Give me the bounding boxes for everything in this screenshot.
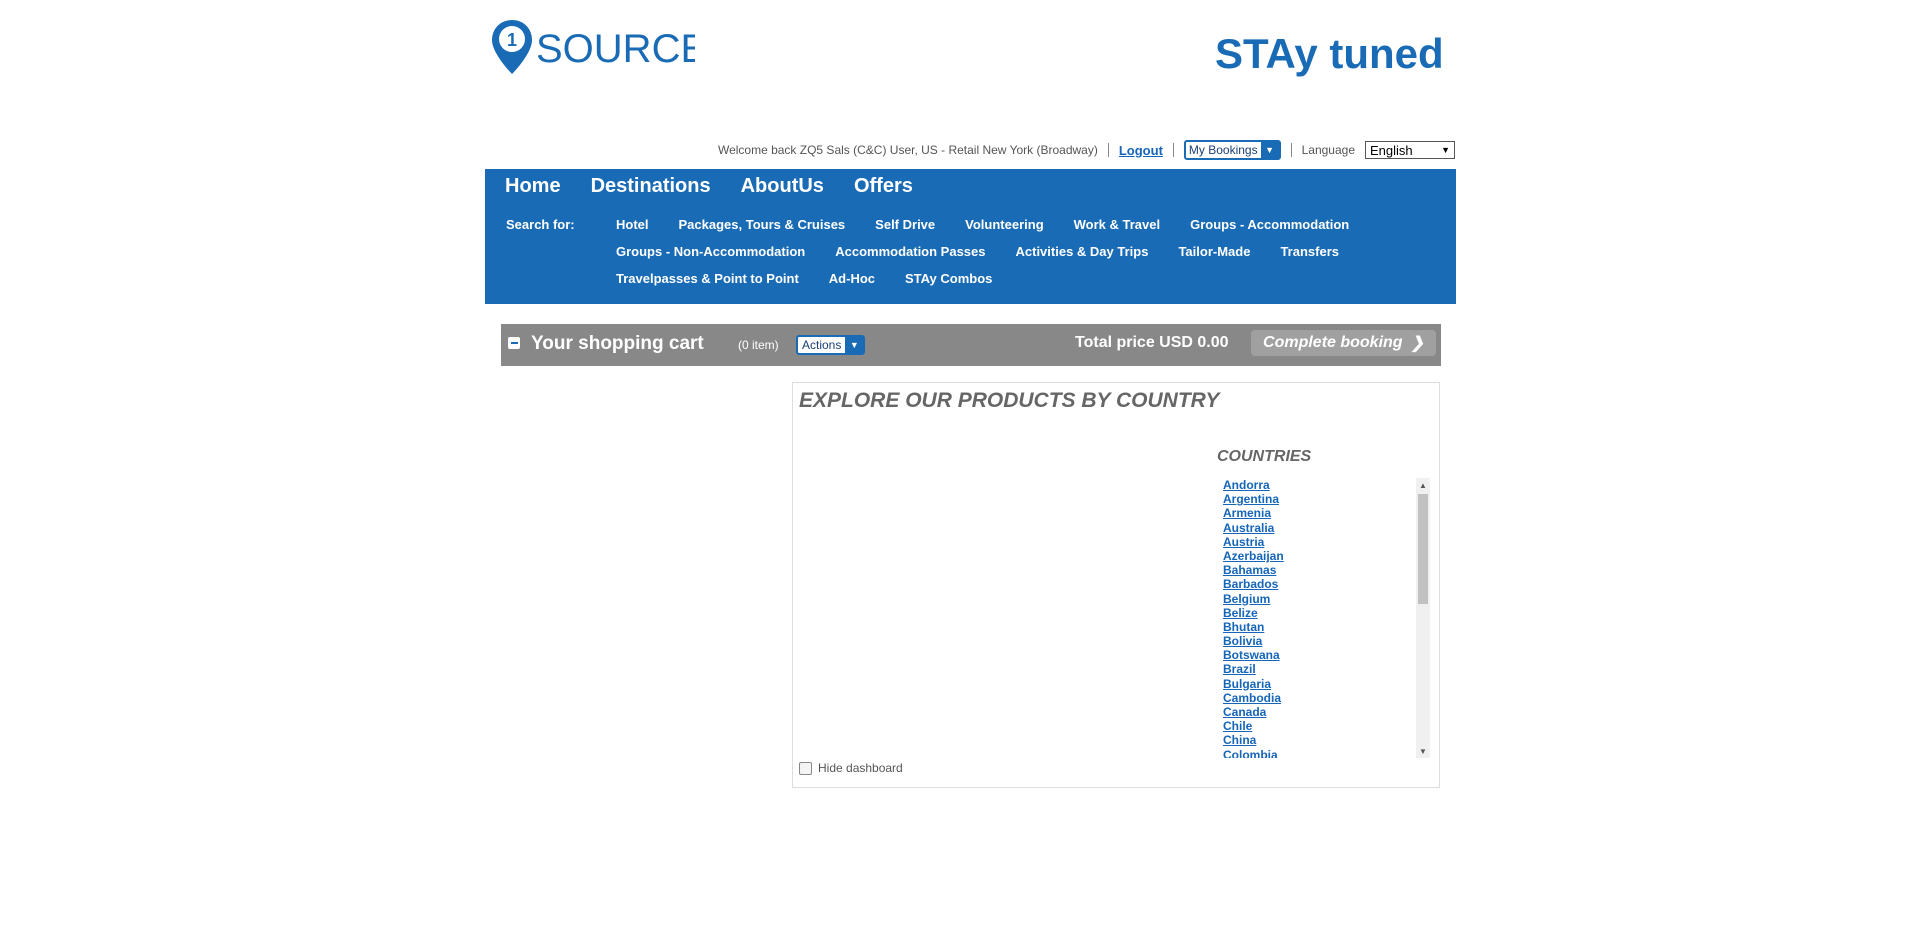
search-volunteering[interactable]: Volunteering <box>965 217 1043 232</box>
country-link[interactable]: Austria <box>1223 535 1438 549</box>
country-link[interactable]: Barbados <box>1223 577 1438 591</box>
collapse-icon[interactable] <box>508 337 520 349</box>
country-link[interactable]: China <box>1223 733 1438 747</box>
country-link[interactable]: Belize <box>1223 606 1438 620</box>
search-accommodation-passes[interactable]: Accommodation Passes <box>835 244 985 259</box>
svg-text:STAy tuned: STAy tuned <box>1215 30 1444 77</box>
search-stay-combos[interactable]: STAy Combos <box>905 271 992 286</box>
actions-label: Actions <box>802 338 842 352</box>
search-work-travel[interactable]: Work & Travel <box>1074 217 1160 232</box>
chevron-right-icon: ❯ <box>1410 335 1424 352</box>
search-travelpasses[interactable]: Travelpasses & Point to Point <box>616 271 799 286</box>
shopping-cart-bar: Your shopping cart (0 item) Actions ▼ To… <box>501 324 1441 366</box>
explore-title: EXPLORE OUR PRODUCTS BY COUNTRY <box>799 389 1220 412</box>
primary-nav: Home Destinations AboutUs Offers <box>505 175 913 198</box>
explore-panel: EXPLORE OUR PRODUCTS BY COUNTRY COUNTRIE… <box>792 382 1440 788</box>
separator <box>1172 143 1174 157</box>
nav-destinations[interactable]: Destinations <box>591 175 711 198</box>
complete-booking-button[interactable]: Complete booking ❯ <box>1251 330 1436 356</box>
cart-title: Your shopping cart <box>531 333 704 354</box>
hide-dashboard-label: Hide dashboard <box>818 761 903 775</box>
country-link[interactable]: Bahamas <box>1223 563 1438 577</box>
search-ad-hoc[interactable]: Ad-Hoc <box>829 271 875 286</box>
search-for-label: Search for: <box>506 217 575 232</box>
total-price: Total price USD 0.00 <box>1075 334 1229 351</box>
country-list-scrollbar[interactable]: ▲ ▼ <box>1416 478 1430 758</box>
nav-aboutus[interactable]: AboutUs <box>741 175 824 198</box>
actions-button[interactable]: Actions ▼ <box>796 335 866 355</box>
country-link[interactable]: Australia <box>1223 521 1438 535</box>
logout-link[interactable]: Logout <box>1119 143 1163 158</box>
svg-text:1: 1 <box>507 30 517 50</box>
country-link[interactable]: Colombia <box>1223 748 1438 758</box>
country-link[interactable]: Cambodia <box>1223 691 1438 705</box>
main-navigation: Home Destinations AboutUs Offers Search … <box>485 169 1456 304</box>
language-label: Language <box>1301 143 1355 157</box>
search-transfers[interactable]: Transfers <box>1280 244 1339 259</box>
country-link[interactable]: Andorra <box>1223 478 1438 492</box>
separator <box>1107 143 1109 157</box>
cart-count: (0 item) <box>738 338 779 352</box>
country-link[interactable]: Bolivia <box>1223 634 1438 648</box>
complete-booking-label: Complete booking <box>1263 334 1403 351</box>
scroll-up-icon[interactable]: ▲ <box>1416 478 1430 492</box>
country-link[interactable]: Botswana <box>1223 648 1438 662</box>
country-list: Andorra Argentina Armenia Australia Aust… <box>1223 478 1438 758</box>
country-link[interactable]: Chile <box>1223 719 1438 733</box>
search-category-row: Groups - Non-Accommodation Accommodation… <box>616 244 1426 271</box>
country-link[interactable]: Azerbaijan <box>1223 549 1438 563</box>
search-groups-accommodation[interactable]: Groups - Accommodation <box>1190 217 1349 232</box>
country-link[interactable]: Brazil <box>1223 662 1438 676</box>
my-bookings-label: My Bookings <box>1188 143 1258 157</box>
country-link[interactable]: Belgium <box>1223 592 1438 606</box>
user-bar: Welcome back ZQ5 Sals (C&C) User, US - R… <box>700 139 1455 161</box>
stay-tuned-logo[interactable]: STAy tuned <box>1215 26 1455 84</box>
nav-offers[interactable]: Offers <box>854 175 913 198</box>
scroll-thumb[interactable] <box>1418 494 1428 604</box>
chevron-down-icon: ▼ <box>1260 142 1279 158</box>
country-link[interactable]: Armenia <box>1223 506 1438 520</box>
search-activities[interactable]: Activities & Day Trips <box>1016 244 1149 259</box>
dropdown-arrow-icon: ▼ <box>1441 145 1450 155</box>
countries-heading: COUNTRIES <box>1217 448 1312 465</box>
separator <box>1290 143 1292 157</box>
search-categories: Hotel Packages, Tours & Cruises Self Dri… <box>616 217 1426 298</box>
nav-home[interactable]: Home <box>505 175 561 198</box>
search-hotel[interactable]: Hotel <box>616 217 649 232</box>
welcome-text: Welcome back ZQ5 Sals (C&C) User, US - R… <box>717 143 1098 157</box>
search-category-row: Travelpasses & Point to Point Ad-Hoc STA… <box>616 271 1426 298</box>
chevron-down-icon: ▼ <box>845 337 864 353</box>
page: 1 SOURCE STAy tuned Welcome back ZQ5 Sal… <box>0 0 1920 935</box>
my-bookings-button[interactable]: My Bookings ▼ <box>1183 140 1281 160</box>
country-link[interactable]: Canada <box>1223 705 1438 719</box>
one-source-logo[interactable]: 1 SOURCE <box>490 18 707 78</box>
search-category-row: Hotel Packages, Tours & Cruises Self Dri… <box>616 217 1426 244</box>
language-value: English <box>1370 142 1413 158</box>
svg-text:SOURCE: SOURCE <box>536 27 695 71</box>
scroll-down-icon[interactable]: ▼ <box>1416 744 1430 758</box>
hide-dashboard-option[interactable]: Hide dashboard <box>799 761 903 775</box>
search-tailor-made[interactable]: Tailor-Made <box>1178 244 1250 259</box>
country-link[interactable]: Bhutan <box>1223 620 1438 634</box>
country-link[interactable]: Bulgaria <box>1223 677 1438 691</box>
search-groups-non-accommodation[interactable]: Groups - Non-Accommodation <box>616 244 805 259</box>
search-packages[interactable]: Packages, Tours & Cruises <box>679 217 846 232</box>
language-select[interactable]: English ▼ <box>1365 141 1455 159</box>
country-link[interactable]: Argentina <box>1223 492 1438 506</box>
hide-dashboard-checkbox[interactable] <box>799 761 812 775</box>
search-self-drive[interactable]: Self Drive <box>875 217 935 232</box>
